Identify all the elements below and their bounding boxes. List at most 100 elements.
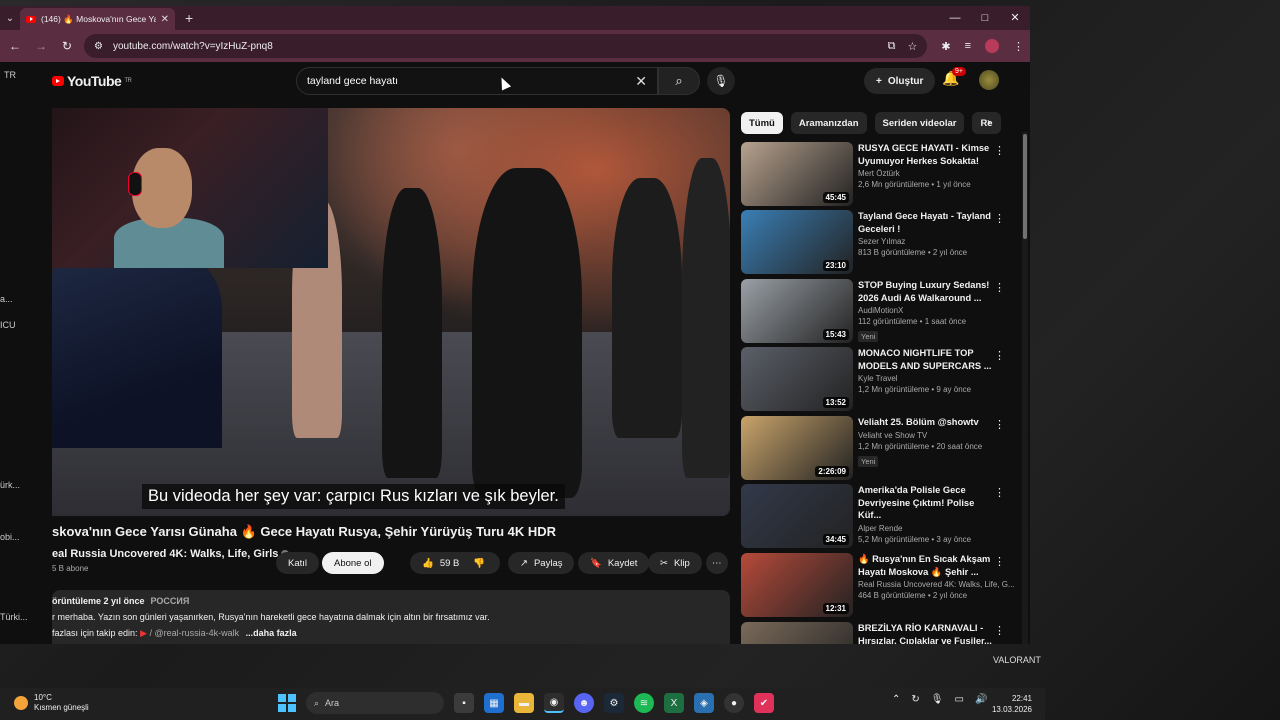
- excel-icon[interactable]: X: [664, 693, 684, 713]
- recommendation-item[interactable]: 45:45 RUSYA GECE HAYATI - Kimse Uyumuyor …: [741, 142, 1011, 206]
- recommendation-title[interactable]: 🔥 Rusya'nın En Sıcak Akşam Hayatı Moskov…: [858, 553, 998, 578]
- profile-avatar[interactable]: [985, 39, 999, 53]
- forward-button[interactable]: →: [32, 39, 50, 53]
- channel-handle-link[interactable]: / @real-russia-4k-walk: [149, 628, 239, 638]
- more-vertical-icon[interactable]: ⋮: [994, 486, 1005, 499]
- display-icon[interactable]: ▭: [954, 694, 963, 705]
- close-window-button[interactable]: ✕: [1000, 6, 1030, 30]
- video-thumbnail[interactable]: 2:26:09: [741, 416, 853, 480]
- share-button[interactable]: ↗ Paylaş: [508, 552, 575, 574]
- video-player[interactable]: Bu videoda her şey var: çarpıcı Rus kızl…: [52, 108, 730, 516]
- extensions-icon[interactable]: ✱: [941, 40, 950, 53]
- join-button[interactable]: Katıl: [276, 552, 320, 574]
- clear-search-icon[interactable]: ✕: [635, 73, 647, 90]
- weather-widget[interactable]: 10°C Kısmen güneşli: [14, 693, 89, 713]
- taskbar-search[interactable]: ⌕ Ara: [306, 692, 444, 714]
- show-more-link[interactable]: ...daha fazla: [246, 628, 297, 638]
- network-tool-icon[interactable]: ◈: [694, 693, 714, 713]
- more-vertical-icon[interactable]: ⋮: [994, 212, 1005, 225]
- tray-overflow-icon[interactable]: ⌃: [892, 694, 900, 705]
- more-vertical-icon[interactable]: ⋮: [994, 144, 1005, 157]
- recommendation-title[interactable]: STOP Buying Luxury Sedans! 2026 Audi A6 …: [858, 279, 998, 304]
- task-view-icon[interactable]: ▪: [454, 693, 474, 713]
- app-icon[interactable]: ✔: [754, 693, 774, 713]
- recommendation-item[interactable]: BREZİLYA RİO KARNAVALI - Hırsızlar, Çıpl…: [741, 622, 1011, 644]
- more-vertical-icon[interactable]: ⋮: [994, 624, 1005, 637]
- more-actions-button[interactable]: ⋯: [706, 552, 728, 574]
- user-avatar[interactable]: [979, 70, 999, 90]
- obs-icon[interactable]: ●: [724, 693, 744, 713]
- thumbs-down-icon[interactable]: 👎: [473, 558, 485, 569]
- clock[interactable]: 22:41 13.03.2026: [990, 693, 1032, 715]
- recommendation-item[interactable]: 13:52 MONACO NIGHTLIFE TOP MODELS AND SUP…: [741, 347, 1011, 411]
- recommendation-item[interactable]: 34:45 Amerika'da Polisle Gece Devriyesine…: [741, 484, 1011, 548]
- recommendation-channel[interactable]: Alper Rende: [858, 524, 998, 533]
- recommendation-channel[interactable]: Mert Öztürk: [858, 169, 998, 178]
- recommendation-title[interactable]: RUSYA GECE HAYATI - Kimse Uyumuyor Herke…: [858, 142, 998, 167]
- mic-icon[interactable]: 🎙: [931, 694, 944, 705]
- chip-from-search[interactable]: Aramanızdan: [790, 112, 867, 134]
- recommendation-title[interactable]: Amerika'da Polisle Gece Devriyesine Çıkt…: [858, 484, 998, 522]
- media-controls-icon[interactable]: ≡: [965, 40, 971, 52]
- valorant-shortcut-label[interactable]: VALORANT: [993, 655, 1041, 665]
- recommendation-item[interactable]: 12:31 🔥 Rusya'nın En Sıcak Akşam Hayatı M…: [741, 553, 1015, 617]
- search-input[interactable]: tayland gece hayatı ✕: [296, 67, 658, 95]
- video-thumbnail[interactable]: 12:31: [741, 553, 853, 617]
- recommendation-channel[interactable]: Real Russia Uncovered 4K: Walks, Life, G…: [858, 580, 1015, 589]
- tab-search-icon[interactable]: ⌄: [0, 13, 20, 24]
- discord-icon[interactable]: ☻: [574, 693, 594, 713]
- channel-name-text[interactable]: eal Russia Uncovered 4K: Walks, Life, Gi…: [52, 548, 278, 560]
- recommendation-item[interactable]: 23:10 Tayland Gece Hayatı - Tayland Gecel…: [741, 210, 1011, 274]
- search-button[interactable]: ⌕: [658, 67, 700, 95]
- reload-button[interactable]: ↻: [58, 39, 76, 53]
- install-app-icon[interactable]: ⧉: [888, 40, 896, 53]
- chip-all[interactable]: Tümü: [741, 112, 783, 134]
- video-thumbnail[interactable]: [741, 622, 853, 644]
- more-vertical-icon[interactable]: ⋮: [994, 349, 1005, 362]
- active-tab[interactable]: (146) 🔥 Moskova'nın Gece Yarı ✕: [20, 8, 175, 30]
- chevron-right-icon[interactable]: ›: [987, 115, 991, 129]
- video-thumbnail[interactable]: 15:43: [741, 279, 853, 343]
- recommendation-channel[interactable]: Sezer Yılmaz: [858, 237, 998, 246]
- recommendation-title[interactable]: MONACO NIGHTLIFE TOP MODELS AND SUPERCAR…: [858, 347, 998, 372]
- youtube-logo[interactable]: YouTube TR: [52, 73, 132, 89]
- recommendation-channel[interactable]: Kyle Travel: [858, 374, 998, 383]
- address-bar[interactable]: ⚙ youtube.com/watch?v=yIzHuZ-pnq8 ⧉ ☆: [84, 34, 928, 58]
- channel-name[interactable]: eal Russia Uncovered 4K: Walks, Life, Gi…: [52, 548, 290, 560]
- more-vertical-icon[interactable]: ⋮: [994, 281, 1005, 294]
- recommendation-channel[interactable]: AudiMotionX: [858, 306, 998, 315]
- page-scrollbar[interactable]: [1022, 132, 1028, 644]
- clip-button[interactable]: ✂ Klip: [648, 552, 702, 574]
- recommendation-item[interactable]: 2:26:09 Veliaht 25. Bölüm @showtv Veliaht …: [741, 416, 1011, 480]
- recommendation-title[interactable]: Veliaht 25. Bölüm @showtv: [858, 416, 998, 429]
- like-button[interactable]: 👍 59 B 👎: [410, 552, 500, 574]
- back-button[interactable]: ←: [6, 39, 24, 53]
- spotify-icon[interactable]: ≋: [634, 693, 654, 713]
- recommendation-item[interactable]: 15:43 STOP Buying Luxury Sedans! 2026 Aud…: [741, 279, 1011, 343]
- new-tab-button[interactable]: +: [185, 10, 193, 26]
- chrome-icon[interactable]: ◉: [544, 693, 564, 713]
- store-icon[interactable]: ▦: [484, 693, 504, 713]
- chip-from-series[interactable]: Seriden videolar: [874, 112, 965, 134]
- url-text[interactable]: youtube.com/watch?v=yIzHuZ-pnq8: [113, 41, 878, 52]
- save-button[interactable]: 🔖 Kaydet: [578, 552, 650, 574]
- bookmark-star-icon[interactable]: ☆: [907, 40, 917, 53]
- site-info-icon[interactable]: ⚙: [94, 41, 103, 52]
- video-thumbnail[interactable]: 23:10: [741, 210, 853, 274]
- recommendation-channel[interactable]: Veliaht ve Show TV: [858, 431, 998, 440]
- file-explorer-icon[interactable]: ▬: [514, 693, 534, 713]
- search-query[interactable]: tayland gece hayatı: [307, 75, 635, 87]
- tab-close-icon[interactable]: ✕: [161, 14, 169, 25]
- create-button[interactable]: + Oluştur: [864, 68, 936, 94]
- sync-icon[interactable]: ↻: [911, 694, 919, 705]
- scrollbar-thumb[interactable]: [1023, 134, 1027, 239]
- description-tag[interactable]: РОССИЯ: [151, 596, 190, 606]
- subscribe-button[interactable]: Abone ol: [322, 552, 384, 574]
- minimize-button[interactable]: —: [940, 6, 970, 30]
- description-box[interactable]: örüntüleme 2 yıl önce РОССИЯ r merhaba. Y…: [52, 590, 730, 644]
- video-thumbnail[interactable]: 34:45: [741, 484, 853, 548]
- windows-start-icon[interactable]: [278, 694, 296, 712]
- maximize-button[interactable]: □: [970, 6, 1000, 30]
- steam-icon[interactable]: ⚙: [604, 693, 624, 713]
- volume-icon[interactable]: 🔊: [975, 694, 987, 705]
